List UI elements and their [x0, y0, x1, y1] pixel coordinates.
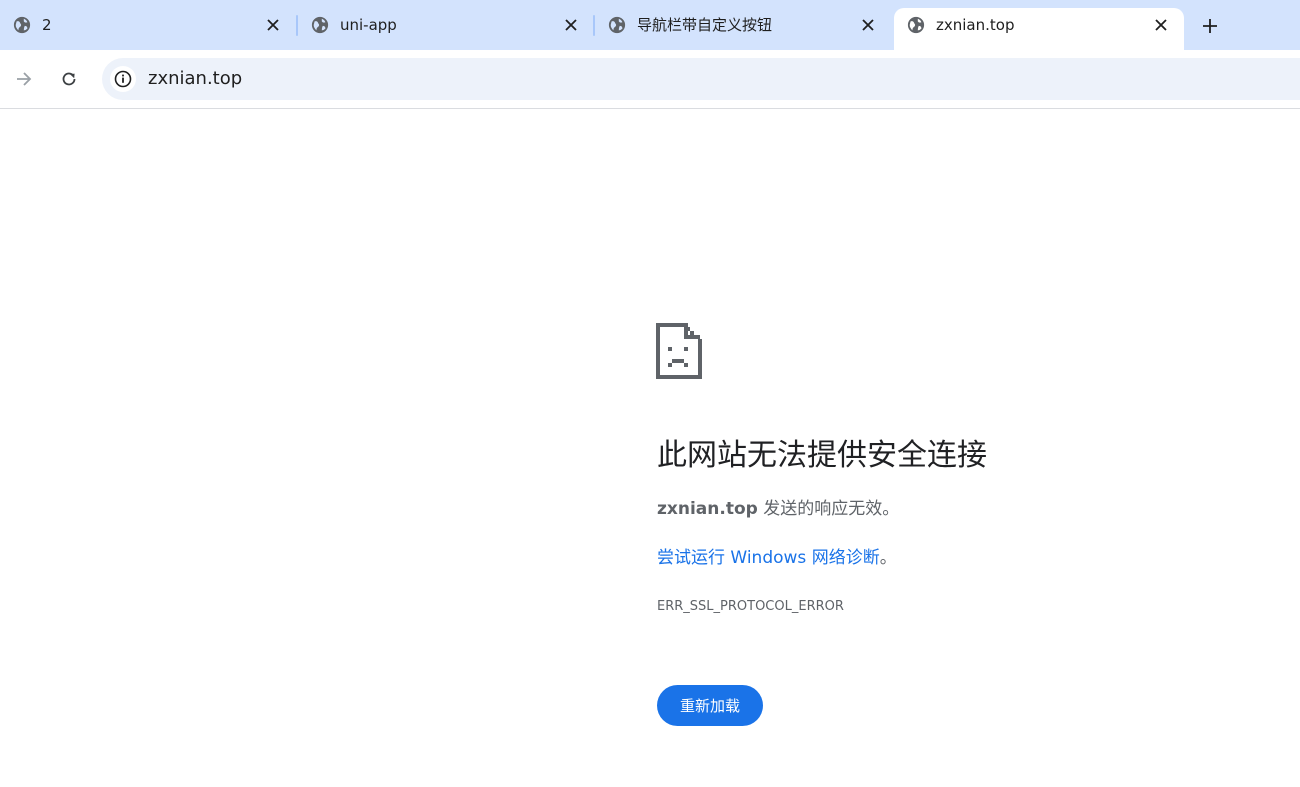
- refresh-icon: [62, 72, 76, 86]
- toolbar: zxnian.top: [0, 50, 1300, 109]
- forward-button[interactable]: [9, 64, 39, 94]
- error-code: ERR_SSL_PROTOCOL_ERROR: [657, 599, 844, 614]
- tab-title: 导航栏带自定义按钮: [637, 16, 773, 34]
- network-diagnostics-link[interactable]: 尝试运行 Windows 网络诊断: [657, 548, 880, 568]
- address-url[interactable]: zxnian.top: [148, 68, 242, 90]
- tab-2[interactable]: 2: [0, 0, 296, 50]
- sad-document-icon: [656, 323, 702, 379]
- plus-icon: [1203, 19, 1217, 33]
- reload-button[interactable]: [54, 64, 84, 94]
- tab-uni-app[interactable]: uni-app: [298, 0, 594, 50]
- error-message: 发送的响应无效。: [763, 499, 900, 519]
- arrow-right-icon: [17, 72, 32, 86]
- globe-icon: [608, 16, 626, 34]
- globe-icon: [311, 16, 329, 34]
- new-tab-button[interactable]: [1196, 12, 1224, 40]
- info-icon: [114, 70, 132, 88]
- globe-icon: [907, 16, 925, 34]
- tab-strip: 2 uni-app 导航栏带自定义按钮 zxnian.top: [0, 0, 1300, 50]
- error-description: zxnian.top 发送的响应无效。: [657, 497, 899, 521]
- diagnostics-line: 尝试运行 Windows 网络诊断。: [657, 546, 897, 570]
- tab-zxnian-top[interactable]: zxnian.top: [894, 8, 1184, 50]
- close-icon[interactable]: [264, 16, 282, 34]
- tab-title: uni-app: [340, 16, 397, 34]
- address-bar[interactable]: zxnian.top: [102, 58, 1300, 100]
- tab-title: 2: [42, 16, 52, 34]
- error-host: zxnian.top: [657, 499, 758, 519]
- reload-page-button[interactable]: 重新加载: [657, 685, 763, 726]
- close-icon[interactable]: [1152, 16, 1170, 34]
- close-icon[interactable]: [859, 16, 877, 34]
- tab-nav-custom-button[interactable]: 导航栏带自定义按钮: [595, 0, 891, 50]
- diagnostics-suffix: 。: [879, 548, 897, 568]
- globe-icon: [13, 16, 31, 34]
- error-heading: 此网站无法提供安全连接: [657, 438, 987, 473]
- tab-title: zxnian.top: [936, 16, 1015, 34]
- site-info-button[interactable]: [110, 66, 136, 92]
- close-icon[interactable]: [562, 16, 580, 34]
